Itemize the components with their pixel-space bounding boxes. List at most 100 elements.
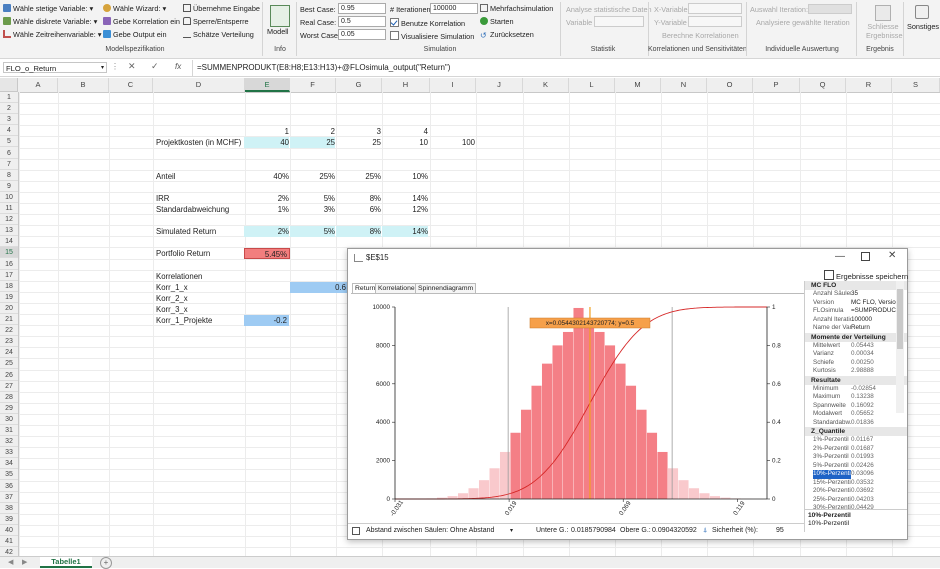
row-header[interactable]: 38 [0,503,18,514]
cell-f11[interactable]: 3% [290,204,335,215]
start-button[interactable]: Starten [480,17,514,27]
cell-f5[interactable]: 25 [290,137,335,148]
cell-d8[interactable]: Anteil [156,171,176,182]
column-header[interactable]: C [109,78,153,92]
property-row[interactable]: Minimum-0.02854 [805,385,907,394]
property-row[interactable]: Maximum0.13238 [805,393,907,402]
cell-g13[interactable]: 8% [336,226,381,237]
cell-g8[interactable]: 25% [336,171,381,182]
row-header[interactable]: 35 [0,469,18,480]
use-correlation-checkbox[interactable]: Benutze Korrelation [390,18,465,28]
row-header[interactable]: 1 [0,92,18,103]
property-row[interactable]: Modalwert0.05652 [805,410,907,419]
scrollbar-thumb[interactable] [897,289,903,349]
wizard-button[interactable]: Wähle Wizard: ▾ [103,4,166,14]
cell-e10[interactable]: 2% [244,193,289,204]
column-header[interactable]: F [290,78,336,92]
row-header[interactable]: 29 [0,403,18,414]
row-header[interactable]: 31 [0,425,18,436]
property-row[interactable]: VersionMC FLO, Version [805,299,907,308]
cell-f8[interactable]: 25% [290,171,335,182]
property-row[interactable]: Mittelwert0.05443 [805,342,907,351]
row-header[interactable]: 2 [0,103,18,114]
column-header[interactable]: M [615,78,661,92]
lock-unlock-button[interactable]: Sperre/Entsperre [183,17,249,27]
close-results-icon[interactable] [875,5,891,21]
analyse-data-button[interactable]: Analyse statistische Daten [566,5,652,14]
row-header[interactable]: 28 [0,392,18,403]
cell-h8[interactable]: 10% [382,171,428,182]
property-row[interactable]: 25%-Perzentil0.04203 [805,496,907,505]
cell-e8[interactable]: 40% [244,171,289,182]
row-header[interactable]: 8 [0,170,18,181]
cancel-icon[interactable]: ✕ [128,61,136,72]
row-header[interactable]: 3 [0,114,18,125]
row-header[interactable]: 21 [0,314,18,325]
accept-input-button[interactable]: Übernehme Eingabe [183,4,260,14]
cell-d11[interactable]: Standardabweichung [156,204,229,215]
row-header[interactable]: 13 [0,225,18,236]
row-header[interactable]: 5 [0,136,18,147]
y-variable-select[interactable] [688,16,742,27]
chevron-down-icon[interactable]: ▾ [510,524,513,538]
row-header[interactable]: 19 [0,292,18,303]
row-header[interactable]: 23 [0,336,18,347]
row-header[interactable]: 36 [0,481,18,492]
column-header[interactable]: B [58,78,109,92]
iterations-input[interactable]: 100000 [430,3,478,14]
row-header[interactable]: 14 [0,236,18,247]
choose-continuous-variable-button[interactable]: Wähle stetige Variable: ▾ [3,4,93,14]
row-header[interactable]: 10 [0,192,18,203]
cell-h5[interactable]: 10 [382,137,428,148]
real-case-input[interactable]: 0.5 [338,16,386,27]
property-row[interactable]: Spannweite0.16092 [805,402,907,411]
row-header[interactable]: 18 [0,281,18,292]
cell-d15[interactable]: Portfolio Return [156,248,210,259]
multi-simulation-button[interactable]: Mehrfachsimulation [480,4,553,14]
cell-d21[interactable]: Korr_1_Projekte [156,315,212,326]
property-row[interactable]: 5%-Perzentil0.02426 [805,462,907,471]
formula-input[interactable]: =SUMMENPRODUKT(E8:H8;E13:H13)+@FLOsimula… [197,63,450,72]
property-row[interactable]: 20%-Perzentil0.03692 [805,487,907,496]
column-header[interactable]: K [523,78,569,92]
property-row[interactable]: Name der VariableReturn [805,324,907,333]
worst-case-input[interactable]: 0.05 [338,29,386,40]
column-header[interactable]: A [19,78,58,92]
row-header[interactable]: 37 [0,492,18,503]
iteration-slider[interactable] [808,4,852,14]
row-header[interactable]: 26 [0,370,18,381]
enter-output-button[interactable]: Gebe Output ein [103,30,167,40]
column-header[interactable]: R [846,78,892,92]
maximize-icon[interactable] [861,252,870,261]
column-header[interactable]: P [753,78,800,92]
model-icon[interactable] [270,5,290,27]
property-section-quantile[interactable]: Z_Quantile [805,427,907,436]
cell-g5[interactable]: 25 [336,137,381,148]
column-header[interactable]: Q [800,78,846,92]
cell-d10[interactable]: IRR [156,193,169,204]
cell-d19[interactable]: Korr_2_x [156,293,188,304]
choose-timeseries-variable-button[interactable]: Wähle Zeitreihenvariable: ▾ [3,30,101,40]
row-header[interactable]: 4 [0,125,18,136]
property-row[interactable]: Standardabw.0.01836 [805,419,907,428]
cell-e13[interactable]: 2% [244,226,289,237]
column-header[interactable]: H [382,78,430,92]
enter-correlation-button[interactable]: Gebe Korrelation ein [103,17,180,27]
calc-correlations-button[interactable]: Berechne Korrelationen [662,31,739,40]
cell-i5[interactable]: 100 [430,137,475,148]
property-row[interactable]: FLOsimula=SUMPRODUCT [805,307,907,316]
row-header[interactable]: 11 [0,203,18,214]
cell-d20[interactable]: Korr_3_x [156,304,188,315]
column-header[interactable]: J [476,78,523,92]
row-header[interactable]: 27 [0,381,18,392]
analyse-iteration-button[interactable]: Analysiere gewählte Iteration [756,18,850,27]
sheet-tab-tabelle1[interactable]: Tabelle1 [40,557,92,568]
property-row[interactable]: 15%-Perzentil0.03532 [805,479,907,488]
row-header[interactable]: 12 [0,214,18,225]
column-header[interactable]: S [892,78,940,92]
lower-bound-input[interactable]: 0.0185790984 [571,524,616,538]
column-header[interactable]: O [707,78,753,92]
row-header[interactable]: 39 [0,514,18,525]
cell-g11[interactable]: 6% [336,204,381,215]
row-header[interactable]: 24 [0,347,18,358]
